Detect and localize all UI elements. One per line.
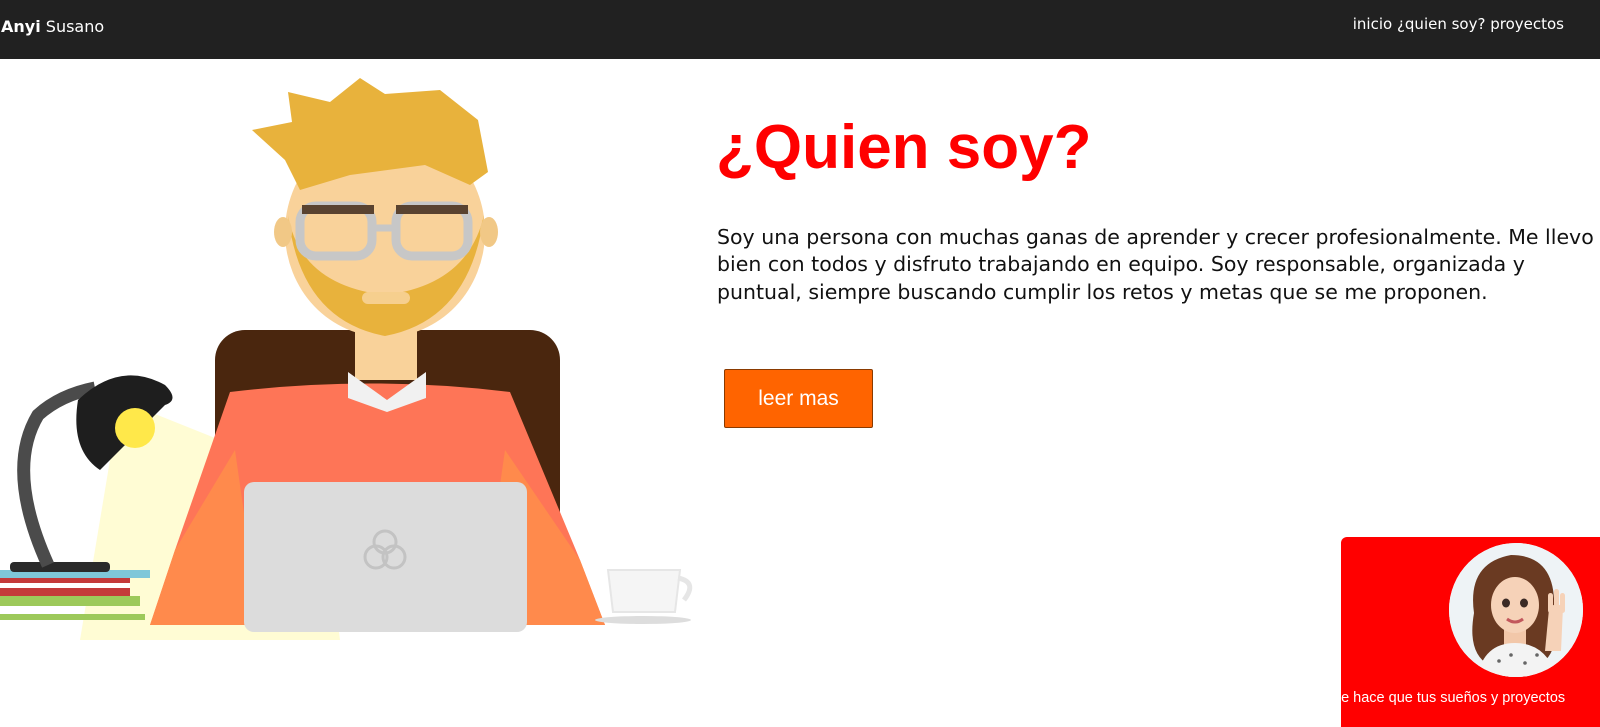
developer-illustration <box>0 78 693 640</box>
nav-link-quien-soy[interactable]: ¿quien soy? <box>1397 15 1486 33</box>
widget-marquee-text: ue hace que tus sueños y proyectos <box>1341 690 1566 706</box>
nav-links: inicio ¿quien soy? proyectos <box>1353 14 1564 34</box>
avatar-widget[interactable]: ue hace que tus sueños y proyectos <box>1341 537 1600 727</box>
brand-logo[interactable]: Anyi Susano <box>1 17 104 37</box>
about-description: Soy una persona con muchas ganas de apre… <box>717 225 1594 304</box>
brand-first-name: Anyi <box>1 17 41 36</box>
top-navbar: Anyi Susano inicio ¿quien soy? proyectos <box>0 0 1600 59</box>
nav-link-inicio[interactable]: inicio <box>1353 15 1392 33</box>
avatar-waving-icon <box>1449 543 1583 677</box>
page-title: ¿Quien soy? <box>716 113 1092 182</box>
read-more-button[interactable]: leer mas <box>724 369 873 428</box>
avatar <box>1449 543 1583 677</box>
brand-last-name: Susano <box>45 17 105 36</box>
nav-link-proyectos[interactable]: proyectos <box>1490 15 1564 33</box>
